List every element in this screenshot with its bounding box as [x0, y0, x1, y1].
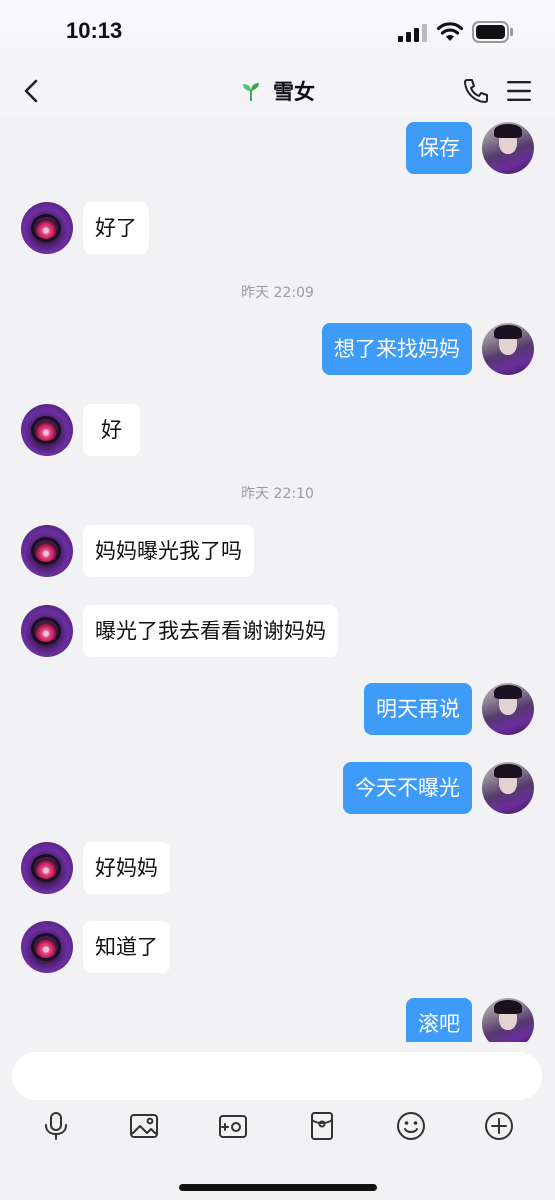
status-bar: 10:13	[0, 0, 555, 66]
emoji-icon[interactable]	[395, 1110, 427, 1142]
message-bubble[interactable]: 保存	[406, 122, 472, 174]
message-bubble[interactable]: 滚吧	[406, 998, 472, 1042]
contact-avatar[interactable]	[21, 202, 73, 254]
camera-icon[interactable]	[217, 1110, 249, 1142]
microphone-icon[interactable]	[40, 1110, 72, 1142]
my-avatar[interactable]	[482, 323, 534, 375]
input-bar	[0, 1042, 555, 1200]
contact-avatar[interactable]	[21, 921, 73, 973]
message-bubble[interactable]: 知道了	[83, 921, 170, 973]
red-packet-icon[interactable]	[306, 1110, 338, 1142]
message-bubble[interactable]: 曝光了我去看看谢谢妈妈	[83, 605, 338, 657]
message-bubble[interactable]: 好妈妈	[83, 842, 170, 894]
contact-avatar[interactable]	[21, 842, 73, 894]
message-bubble[interactable]: 好了	[83, 202, 149, 254]
phone-call-icon[interactable]	[461, 76, 489, 106]
menu-icon[interactable]	[505, 78, 533, 104]
plus-icon[interactable]	[483, 1110, 515, 1142]
contact-avatar[interactable]	[21, 404, 73, 456]
status-time: 10:13	[66, 18, 123, 43]
battery-icon	[472, 21, 513, 43]
message-bubble[interactable]: 妈妈曝光我了吗	[83, 525, 254, 577]
message-bubble[interactable]: 想了来找妈妈	[322, 323, 472, 375]
my-avatar[interactable]	[482, 998, 534, 1042]
message-bubble[interactable]: 好	[83, 404, 140, 456]
message-bubble[interactable]: 明天再说	[364, 683, 472, 735]
image-icon[interactable]	[128, 1110, 160, 1142]
wifi-icon	[436, 22, 464, 41]
chat-header: 雪女	[0, 66, 555, 118]
message-timestamp: 昨天 22:09	[241, 285, 314, 301]
cellular-signal-icon	[398, 24, 427, 42]
message-timestamp: 昨天 22:10	[241, 486, 314, 502]
my-avatar[interactable]	[482, 762, 534, 814]
chat-title: 雪女	[273, 80, 316, 104]
message-bubble[interactable]: 今天不曝光	[343, 762, 472, 814]
home-indicator	[179, 1184, 377, 1191]
sprout-icon	[242, 83, 259, 101]
message-list[interactable]: 保存 好了 昨天 22:09 想了来找妈妈 好 昨天 22:10 妈妈曝光我了吗…	[0, 118, 555, 1042]
my-avatar[interactable]	[482, 122, 534, 174]
contact-avatar[interactable]	[21, 605, 73, 657]
message-input[interactable]	[12, 1052, 542, 1100]
contact-avatar[interactable]	[21, 525, 73, 577]
my-avatar[interactable]	[482, 683, 534, 735]
